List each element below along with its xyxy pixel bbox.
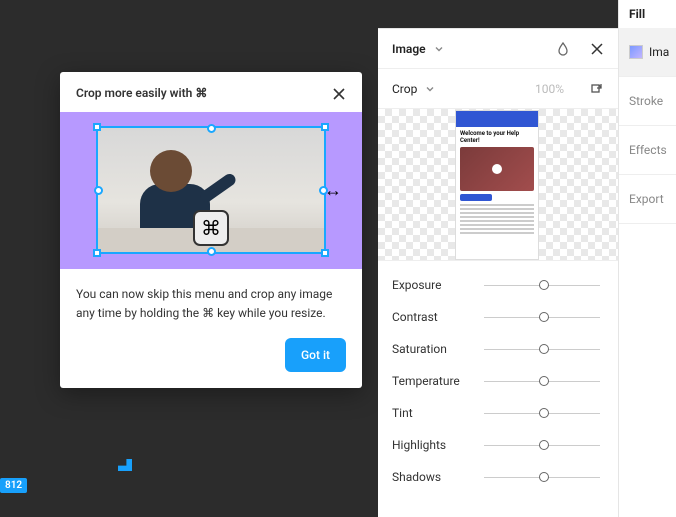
rotate-icon[interactable] (590, 82, 604, 96)
adjust-label: Temperature (392, 374, 484, 388)
adjust-row-highlights: Highlights (378, 429, 618, 461)
image-panel-header: Image (378, 29, 618, 69)
slider-knob[interactable] (539, 472, 549, 482)
contrast-slider[interactable] (484, 307, 604, 327)
sidebar-item-effects[interactable]: Effects (619, 126, 676, 175)
tooltip-body-text: You can now skip this menu and crop any … (76, 285, 346, 322)
dimension-badge: 812 (0, 478, 27, 493)
image-adjustments: Exposure Contrast Saturation Temperature Tin… (378, 261, 618, 501)
adjust-row-shadows: Shadows (378, 461, 618, 493)
slider-knob[interactable] (539, 312, 549, 322)
sidebar-item-export[interactable]: Export (619, 175, 676, 224)
slider-knob[interactable] (539, 376, 549, 386)
image-settings-panel: Image Crop 100% Welcome to your Help Cen… (378, 28, 618, 517)
adjust-label: Saturation (392, 342, 484, 356)
image-thumbnail: Welcome to your Help Center! (456, 111, 538, 259)
hero-selection-frame: ⌘ ↔ (96, 126, 326, 254)
image-header-label[interactable]: Image (392, 42, 426, 56)
crop-mode-row: Crop 100% (378, 69, 618, 109)
sidebar-item-stroke[interactable]: Stroke (619, 77, 676, 126)
tint-slider[interactable] (484, 403, 604, 423)
chevron-down-icon[interactable] (425, 84, 435, 94)
saturation-slider[interactable] (484, 339, 604, 359)
exposure-slider[interactable] (484, 275, 604, 295)
crop-mode-label[interactable]: Crop (392, 82, 417, 96)
properties-sidebar: Fill Ima StrokeEffectsExport (618, 0, 676, 517)
close-icon[interactable] (332, 86, 346, 100)
tooltip-hero-image: ⌘ ↔ (60, 112, 362, 269)
slider-knob[interactable] (539, 280, 549, 290)
command-key-icon: ⌘ (193, 210, 229, 246)
highlights-slider[interactable] (484, 435, 604, 455)
got-it-button[interactable]: Got it (285, 338, 346, 372)
adjust-row-tint: Tint (378, 397, 618, 429)
adjust-row-saturation: Saturation (378, 333, 618, 365)
adjust-row-exposure: Exposure (378, 269, 618, 301)
scale-percent[interactable]: 100% (535, 82, 564, 96)
sidebar-fill-image[interactable]: Ima (619, 28, 676, 77)
crop-tooltip-card: Crop more easily with ⌘ ⌘ ↔ You can now … (60, 72, 362, 388)
adjust-label: Contrast (392, 310, 484, 324)
adjust-row-temperature: Temperature (378, 365, 618, 397)
adjust-label: Shadows (392, 470, 484, 484)
sidebar-section-fill[interactable]: Fill (619, 0, 676, 28)
thumbnail-title: Welcome to your Help Center! (456, 127, 538, 147)
temperature-slider[interactable] (484, 371, 604, 391)
chevron-down-icon[interactable] (434, 44, 444, 54)
image-preview-area[interactable]: Welcome to your Help Center! (378, 109, 618, 261)
tooltip-header: Crop more easily with ⌘ (60, 72, 362, 112)
resize-arrow-icon: ↔ (324, 180, 342, 201)
fill-swatch-icon (629, 45, 643, 59)
blend-mode-icon[interactable] (556, 42, 570, 56)
tooltip-title: Crop more easily with ⌘ (76, 86, 207, 100)
shadows-slider[interactable] (484, 467, 604, 487)
fill-type-label: Ima (649, 45, 669, 59)
selection-indicator-icon (118, 459, 132, 471)
adjust-label: Highlights (392, 438, 484, 452)
adjust-row-contrast: Contrast (378, 301, 618, 333)
slider-knob[interactable] (539, 408, 549, 418)
slider-knob[interactable] (539, 440, 549, 450)
adjust-label: Tint (392, 406, 484, 420)
close-icon[interactable] (590, 42, 604, 56)
adjust-label: Exposure (392, 278, 484, 292)
slider-knob[interactable] (539, 344, 549, 354)
